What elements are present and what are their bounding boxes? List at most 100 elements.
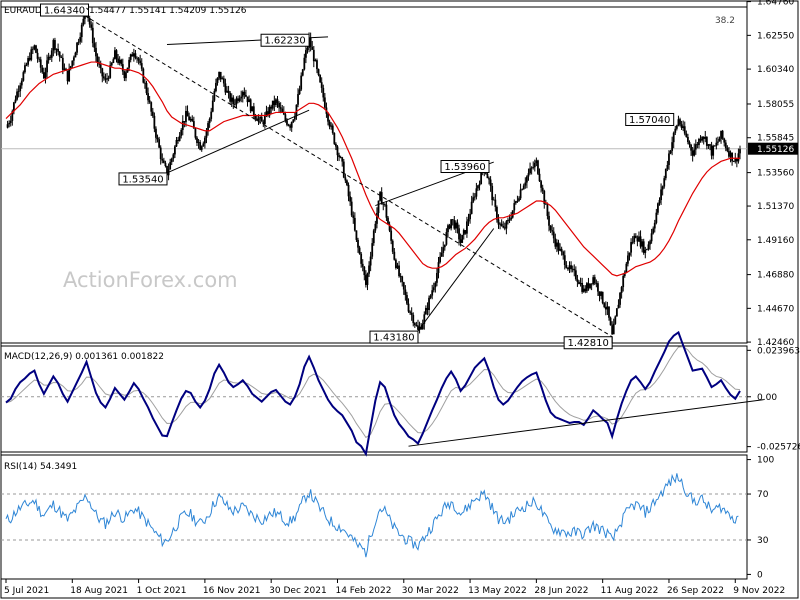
candle-body bbox=[311, 46, 314, 50]
candle-body bbox=[246, 96, 249, 103]
candle-body bbox=[630, 242, 632, 253]
candle-body bbox=[27, 58, 29, 65]
candle-body bbox=[49, 56, 52, 58]
candle-body bbox=[298, 89, 301, 95]
candle-body bbox=[112, 59, 115, 63]
candle-body bbox=[123, 71, 126, 79]
candle-body bbox=[328, 121, 331, 127]
candle-body bbox=[57, 48, 59, 52]
candle-body bbox=[652, 228, 655, 234]
macd-y-tick-label: -0.025726 bbox=[757, 443, 800, 453]
candle-body bbox=[581, 282, 584, 292]
candle-body bbox=[99, 64, 102, 69]
candle-body bbox=[459, 239, 462, 243]
candle-body bbox=[172, 154, 175, 159]
candle-body bbox=[175, 139, 178, 147]
candle-body bbox=[409, 311, 411, 313]
candle-body bbox=[672, 132, 675, 143]
candle-body bbox=[303, 57, 306, 70]
candle-body bbox=[121, 64, 124, 72]
candle-body bbox=[622, 275, 625, 288]
x-tick-label: 13 May 2022 bbox=[468, 586, 527, 596]
candle-body bbox=[574, 270, 577, 280]
candle-body bbox=[731, 152, 734, 162]
candle-body bbox=[664, 168, 667, 179]
pivot-label: 1.53960 bbox=[444, 162, 485, 173]
candle-body bbox=[6, 124, 9, 128]
candle-body bbox=[406, 295, 408, 304]
candle-body bbox=[663, 178, 666, 187]
candle-body bbox=[200, 146, 203, 150]
candle-body bbox=[399, 276, 402, 277]
candle-body bbox=[698, 139, 700, 146]
candle-body bbox=[644, 249, 647, 253]
candle-body bbox=[413, 323, 416, 326]
candle-body bbox=[189, 118, 192, 121]
candle-body bbox=[480, 171, 483, 185]
candle-body bbox=[218, 71, 220, 78]
candle-body bbox=[548, 215, 550, 226]
candle-body bbox=[467, 219, 470, 222]
candle-body bbox=[617, 304, 620, 309]
candle-body bbox=[603, 303, 606, 308]
candle-body bbox=[475, 188, 478, 197]
candle-body bbox=[181, 121, 184, 130]
candle-body bbox=[404, 289, 407, 296]
candle-body bbox=[41, 67, 44, 73]
candle-body bbox=[309, 37, 312, 47]
candle-body bbox=[140, 63, 143, 69]
candle-body bbox=[541, 187, 544, 191]
candle-body bbox=[661, 186, 664, 190]
candle-body bbox=[58, 51, 61, 57]
candle-body bbox=[642, 241, 645, 253]
candle-body bbox=[568, 265, 571, 270]
candle-body bbox=[571, 268, 574, 270]
price-y-tick-label: 1.49160 bbox=[757, 236, 794, 246]
candle-body bbox=[203, 137, 206, 144]
candle-body bbox=[693, 149, 696, 156]
candle-body bbox=[461, 234, 464, 243]
candle-body bbox=[396, 265, 399, 268]
candle-body bbox=[120, 59, 123, 65]
candle-body bbox=[333, 132, 336, 144]
candle-body bbox=[513, 203, 516, 211]
candle-body bbox=[589, 283, 591, 289]
candle-body bbox=[357, 239, 359, 248]
candle-body bbox=[702, 136, 705, 139]
candle-body bbox=[230, 97, 233, 102]
candle-body bbox=[398, 265, 400, 277]
candle-body bbox=[535, 160, 538, 164]
candle-body bbox=[417, 325, 419, 330]
candle-body bbox=[559, 248, 561, 251]
candle-body bbox=[240, 96, 243, 99]
candle-body bbox=[410, 312, 413, 315]
pivot-label: 1.42810 bbox=[567, 338, 608, 349]
candle-body bbox=[497, 219, 500, 225]
candle-body bbox=[489, 179, 492, 186]
candle-body bbox=[235, 98, 238, 105]
candle-body bbox=[364, 275, 367, 285]
candle-body bbox=[374, 223, 377, 231]
candle-body bbox=[486, 173, 489, 179]
candle-body bbox=[305, 50, 307, 58]
candle-body bbox=[735, 158, 738, 162]
candle-body bbox=[552, 231, 555, 239]
candle-body bbox=[687, 136, 689, 143]
candle-body bbox=[106, 78, 108, 80]
candle-body bbox=[645, 249, 648, 250]
rsi-y-tick-label: 70 bbox=[757, 490, 769, 500]
candle-body bbox=[554, 238, 557, 247]
candle-body bbox=[551, 230, 554, 232]
candle-body bbox=[442, 247, 445, 253]
candle-body bbox=[222, 78, 225, 84]
candle-body bbox=[390, 230, 393, 241]
candle-body bbox=[278, 102, 280, 108]
price-y-tick-label: 1.60340 bbox=[757, 65, 794, 75]
candle-body bbox=[728, 150, 730, 157]
price-y-tick-label: 1.62550 bbox=[757, 31, 794, 41]
candle-body bbox=[331, 125, 334, 133]
candle-body bbox=[527, 173, 530, 177]
candle-body bbox=[276, 99, 279, 103]
candle-body bbox=[739, 149, 741, 154]
candle-body bbox=[685, 133, 688, 137]
